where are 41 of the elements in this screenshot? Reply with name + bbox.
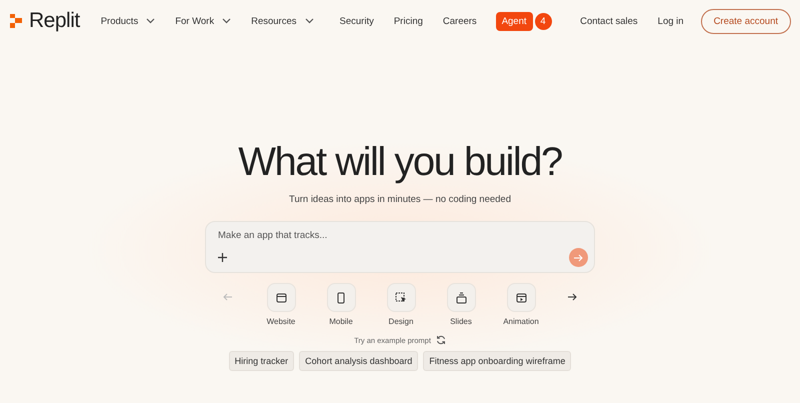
chevron-down-icon: [222, 18, 232, 24]
category-button[interactable]: [326, 283, 356, 312]
category-label: Slides: [450, 317, 472, 326]
refresh-icon[interactable]: [436, 335, 446, 345]
agent-button[interactable]: Agent: [496, 12, 533, 30]
category-button[interactable]: [506, 283, 536, 312]
agent-badge: 4: [534, 12, 552, 30]
hero-title: What will you build?: [238, 140, 562, 184]
category-button[interactable]: [446, 283, 476, 312]
phone-icon: [337, 292, 345, 304]
design-frame-icon: [395, 292, 407, 303]
create-account-button[interactable]: Create account: [700, 8, 791, 34]
nav-link[interactable]: For Work: [166, 10, 240, 32]
category-button[interactable]: [386, 283, 416, 312]
login-link[interactable]: Log in: [648, 10, 693, 32]
nav-link[interactable]: Security: [330, 10, 383, 32]
nav-link[interactable]: Pricing: [384, 10, 432, 32]
arrow-right-icon[interactable]: [568, 293, 577, 301]
category-label: Design: [388, 317, 414, 326]
category-button[interactable]: [266, 283, 296, 312]
chevron-down-icon: [304, 18, 314, 24]
nav-link[interactable]: Resources: [242, 10, 323, 32]
hero-subtitle: Turn ideas into apps in minutes — no coding needed: [289, 194, 511, 205]
nav-link[interactable]: Products: [92, 10, 164, 32]
nav-link[interactable]: Careers: [434, 10, 486, 32]
category-label: Website: [266, 317, 296, 326]
play-window-icon: [516, 292, 526, 302]
category-label: Mobile: [329, 317, 353, 326]
plus-icon[interactable]: [218, 253, 227, 262]
category-label: Animation: [503, 317, 539, 326]
example-chip[interactable]: Cohort analysis dashboard: [299, 351, 418, 371]
example-chip[interactable]: Fitness app onboarding wireframe: [423, 351, 572, 371]
logo-text[interactable]: Replit: [29, 9, 80, 33]
contact-sales-link[interactable]: Contact sales: [571, 10, 647, 32]
logo-icon[interactable]: [9, 13, 23, 29]
example-chip[interactable]: Hiring tracker: [228, 351, 294, 371]
arrow-right-icon: [574, 254, 583, 262]
slides-icon: [456, 292, 466, 304]
chevron-down-icon: [146, 18, 156, 24]
browser-window-icon: [276, 292, 286, 302]
prompt-input[interactable]: Make an app that tracks...: [218, 230, 588, 241]
